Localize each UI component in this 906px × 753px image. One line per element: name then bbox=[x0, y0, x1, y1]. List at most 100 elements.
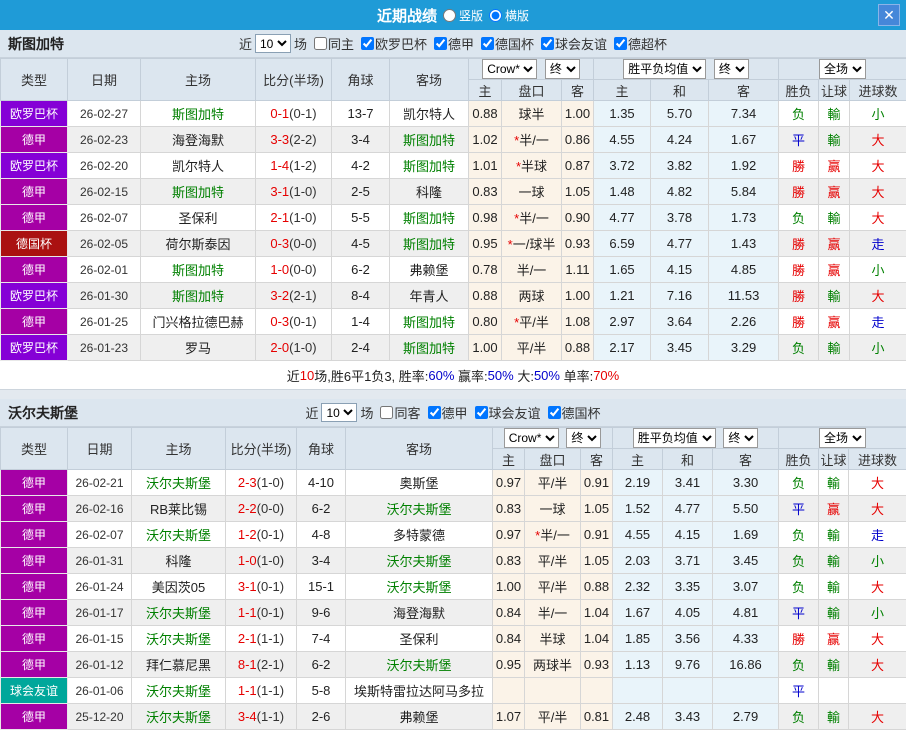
layout-option-vertical[interactable]: 竖版 bbox=[442, 7, 483, 24]
league-filter-1[interactable]: 德甲 bbox=[430, 34, 474, 53]
summary-segment: 10 bbox=[299, 367, 315, 383]
avg-draw: 3.35 bbox=[662, 573, 714, 600]
score-cell: 1-2(0-1) bbox=[225, 521, 297, 548]
league-filter-checkbox[interactable] bbox=[547, 406, 561, 419]
halftime-score: (0-1) bbox=[256, 527, 285, 542]
odds-final-select[interactable]: 终 bbox=[566, 428, 602, 448]
match-row: 德甲 26-02-07 圣保利 2-1(1-0) 5-5 斯图加特 0.98 *… bbox=[0, 204, 906, 231]
header-row-top: 类型 日期 主场 比分(半场) 角球 客场 Crow* 终 胜平负均值 终 全场 bbox=[0, 427, 906, 470]
odds-final-select[interactable]: 终 bbox=[544, 59, 580, 79]
same-venue-checkbox[interactable] bbox=[313, 37, 327, 50]
handicap-cell: 两球半 bbox=[524, 651, 581, 678]
away-team: 埃斯特雷拉达阿马多拉 bbox=[345, 677, 493, 704]
same-venue-label: 同客 bbox=[394, 406, 421, 421]
odds-home: 1.01 bbox=[468, 152, 502, 179]
league-filter-2[interactable]: 德国杯 bbox=[544, 403, 601, 422]
handicap-text: 半球 bbox=[521, 159, 548, 174]
fulltime-score: 3-1 bbox=[270, 184, 290, 199]
home-team: 沃尔夫斯堡 bbox=[131, 677, 226, 704]
result-goals: 大 bbox=[849, 282, 906, 309]
odds-home: 0.84 bbox=[492, 599, 525, 626]
handicap-cell: 平/半 bbox=[524, 469, 581, 496]
horizontal-radio[interactable] bbox=[489, 8, 502, 22]
same-venue-filter[interactable]: 同主 bbox=[310, 34, 354, 53]
away-team: 沃尔夫斯堡 bbox=[345, 651, 493, 678]
league-filter-checkbox[interactable] bbox=[427, 406, 441, 419]
avg-away: 2.79 bbox=[712, 703, 780, 730]
league-badge: 欧罗巴杯 bbox=[0, 152, 68, 179]
close-button[interactable]: ✕ bbox=[878, 4, 900, 26]
horizontal-radio-label: 横版 bbox=[505, 8, 530, 23]
same-venue-filter[interactable]: 同客 bbox=[376, 403, 421, 422]
handicap-text: 一球 bbox=[518, 185, 545, 200]
league-filter-4[interactable]: 德超杯 bbox=[610, 34, 667, 53]
handicap-cell: 平/半 bbox=[501, 334, 562, 361]
avg-draw: 3.41 bbox=[662, 469, 714, 496]
match-row: 德甲 26-02-15 斯图加特 3-1(1-0) 2-5 科隆 0.83 一球… bbox=[0, 178, 906, 205]
halftime-score: (2-1) bbox=[289, 288, 317, 303]
scope-select[interactable]: 全场 bbox=[819, 59, 867, 79]
recent-count-select[interactable]: 10 bbox=[254, 34, 291, 53]
handicap-text: 两球 bbox=[518, 289, 545, 304]
league-filter-2[interactable]: 德国杯 bbox=[477, 34, 534, 53]
league-filter-3[interactable]: 球会友谊 bbox=[537, 34, 607, 53]
fulltime-score: 2-1 bbox=[270, 210, 290, 225]
corners-cell: 4-5 bbox=[331, 230, 390, 257]
odds-away: 1.05 bbox=[579, 495, 614, 522]
titlebar-center: 近期战绩 竖版 横版 bbox=[0, 5, 906, 26]
league-filter-checkbox[interactable] bbox=[474, 406, 488, 419]
league-filter-checkbox[interactable] bbox=[614, 37, 628, 50]
halftime-score: (0-0) bbox=[256, 501, 285, 516]
fulltime-score: 8-1 bbox=[237, 657, 257, 672]
recent-count-select[interactable]: 10 bbox=[321, 403, 358, 422]
subcol-header: 客 bbox=[560, 79, 595, 101]
avg-final-select[interactable]: 终 bbox=[713, 59, 749, 79]
match-row: 欧罗巴杯 26-01-30 斯图加特 3-2(2-1) 8-4 年青人 0.88… bbox=[0, 282, 906, 309]
vertical-radio[interactable] bbox=[442, 8, 456, 22]
handicap-text: 半/一 bbox=[519, 133, 549, 148]
handicap-text: 一/球半 bbox=[512, 237, 556, 252]
corners-cell: 6-2 bbox=[296, 651, 346, 678]
odds-away bbox=[579, 677, 614, 704]
result-header-cell: 全场 bbox=[778, 58, 906, 80]
match-row: 德甲 26-01-25 门兴格拉德巴赫 0-3(0-1) 1-4 斯图加特 0.… bbox=[0, 308, 906, 335]
league-filter-checkbox[interactable] bbox=[360, 37, 374, 50]
result-wdl: 勝 bbox=[778, 256, 820, 283]
odds-away: 1.04 bbox=[579, 599, 614, 626]
scope-select[interactable]: 全场 bbox=[819, 428, 867, 448]
avg-away: 1.69 bbox=[712, 521, 780, 548]
halftime-score: (1-0) bbox=[289, 340, 317, 355]
avg-type-select[interactable]: 胜平负均值 bbox=[623, 59, 707, 79]
result-goals: 小 bbox=[849, 100, 906, 127]
avg-away: 3.30 bbox=[712, 469, 780, 496]
match-row: 德甲 25-12-20 沃尔夫斯堡 3-4(1-1) 2-6 弗赖堡 1.07 … bbox=[0, 703, 906, 730]
league-filter-checkbox[interactable] bbox=[481, 37, 495, 50]
home-team: 斯图加特 bbox=[140, 100, 256, 127]
same-venue-checkbox[interactable] bbox=[380, 406, 394, 419]
layout-option-horizontal[interactable]: 横版 bbox=[489, 7, 529, 24]
subcol-header: 胜负 bbox=[778, 448, 820, 470]
match-row: 德甲 26-02-23 海登海默 3-3(2-2) 3-4 斯图加特 1.02 … bbox=[0, 126, 906, 153]
match-row: 德甲 26-01-12 拜仁慕尼黑 8-1(2-1) 6-2 沃尔夫斯堡 0.9… bbox=[0, 651, 906, 678]
result-handicap: 赢 bbox=[818, 625, 850, 652]
avg-home: 2.48 bbox=[612, 703, 664, 730]
result-wdl: 负 bbox=[778, 651, 820, 678]
league-badge: 德甲 bbox=[0, 625, 68, 652]
halftime-score: (1-1) bbox=[256, 683, 285, 698]
league-filter-0[interactable]: 德甲 bbox=[424, 403, 468, 422]
corners-cell: 6-2 bbox=[331, 256, 390, 283]
league-filter-checkbox[interactable] bbox=[434, 37, 447, 50]
result-wdl: 平 bbox=[778, 599, 820, 626]
league-badge: 德甲 bbox=[0, 178, 68, 205]
odds-company-select[interactable]: Crow* bbox=[482, 59, 538, 79]
fulltime-score: 1-4 bbox=[270, 158, 290, 173]
fulltime-score: 1-2 bbox=[237, 527, 257, 542]
avg-final-select[interactable]: 终 bbox=[723, 428, 759, 448]
odds-company-select[interactable]: Crow* bbox=[503, 428, 559, 448]
league-filter-checkbox[interactable] bbox=[541, 37, 555, 50]
avg-type-select[interactable]: 胜平负均值 bbox=[632, 428, 716, 448]
avg-home: 2.17 bbox=[593, 334, 652, 361]
league-filter-1[interactable]: 球会友谊 bbox=[471, 403, 541, 422]
league-filter-0[interactable]: 欧罗巴杯 bbox=[357, 34, 427, 53]
avg-home: 3.72 bbox=[593, 152, 652, 179]
